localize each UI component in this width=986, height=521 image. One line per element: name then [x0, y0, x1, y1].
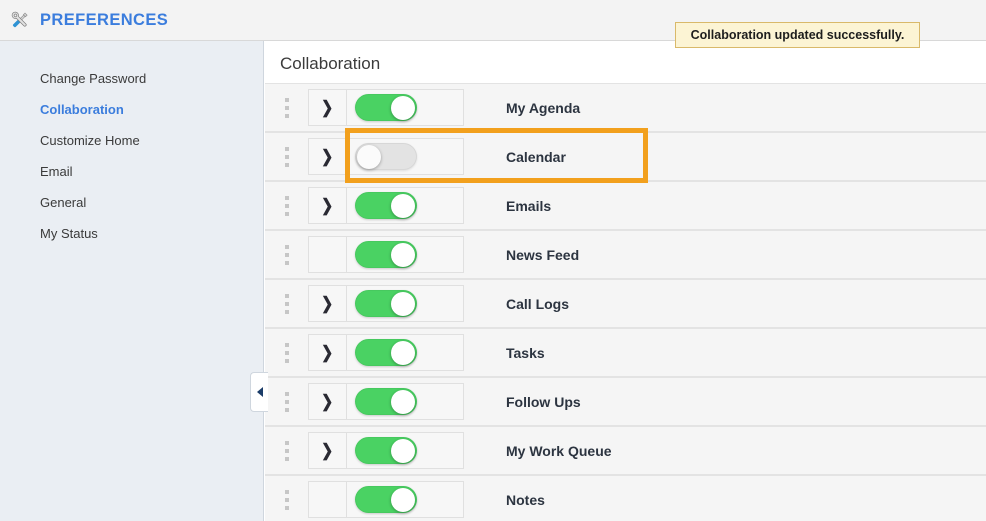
expand-row-button[interactable]: ❯	[309, 335, 347, 370]
module-toggle[interactable]	[355, 486, 417, 513]
module-toggle[interactable]	[355, 94, 417, 121]
module-toggle[interactable]	[355, 437, 417, 464]
toggle-knob	[391, 193, 415, 218]
expand-row-button[interactable]: ❯	[309, 139, 347, 174]
module-toggle[interactable]	[355, 192, 417, 219]
module-list: ❯ My Agenda ❯ Calendar ❯ Emails News Feed ❯ Call…	[265, 83, 986, 521]
preferences-page: PREFERENCES Collaboration updated succes…	[0, 0, 986, 521]
drag-handle-icon[interactable]	[265, 426, 308, 475]
chevron-right-icon: ❯	[321, 294, 334, 313]
module-toggle[interactable]	[355, 388, 417, 415]
drag-handle-icon[interactable]	[265, 328, 308, 377]
collaboration-panel: Collaboration ❯ My Agenda ❯ Calendar ❯ Emails…	[265, 41, 986, 521]
sidebar-item-customize-home[interactable]: Customize Home	[0, 125, 263, 156]
row-controls: ❯	[308, 285, 464, 322]
table-row: ❯ Calendar	[265, 132, 986, 181]
row-controls: ❯	[308, 187, 464, 224]
drag-handle-icon[interactable]	[265, 83, 308, 132]
table-row: ❯ Emails	[265, 181, 986, 230]
toggle-knob	[391, 291, 415, 316]
toggle-cell	[347, 482, 463, 517]
table-row: ❯ Call Logs	[265, 279, 986, 328]
chevron-right-icon: ❯	[321, 147, 334, 166]
chevron-right-icon: ❯	[321, 98, 334, 117]
module-toggle[interactable]	[355, 339, 417, 366]
table-row: Notes	[265, 475, 986, 521]
row-controls: ❯	[308, 138, 464, 175]
module-toggle[interactable]	[355, 241, 417, 268]
module-label: Call Logs	[506, 295, 570, 312]
toggle-cell	[347, 188, 463, 223]
chevron-right-icon: ❯	[321, 441, 334, 460]
expand-row-button[interactable]: ❯	[309, 384, 347, 419]
expand-row-button[interactable]: ❯	[309, 433, 347, 468]
module-label: My Work Queue	[506, 442, 612, 459]
module-label: Calendar	[506, 148, 566, 165]
toggle-knob	[391, 487, 415, 512]
expander-placeholder	[309, 237, 347, 272]
sidebar-item-collaboration[interactable]: Collaboration	[0, 94, 263, 125]
tools-icon	[7, 7, 33, 33]
module-toggle[interactable]	[355, 143, 417, 170]
toggle-knob	[391, 340, 415, 365]
row-controls: ❯	[308, 334, 464, 371]
toggle-cell	[347, 286, 463, 321]
table-row: ❯ My Agenda	[265, 83, 986, 132]
row-controls: ❯	[308, 432, 464, 469]
toggle-knob	[391, 242, 415, 267]
toggle-cell	[347, 237, 463, 272]
toggle-cell	[347, 384, 463, 419]
chevron-right-icon: ❯	[321, 343, 334, 362]
module-label: Notes	[506, 491, 545, 508]
toggle-knob	[391, 95, 415, 120]
drag-handle-icon[interactable]	[265, 132, 308, 181]
module-label: Tasks	[506, 344, 545, 361]
module-label: News Feed	[506, 246, 580, 263]
preferences-sidebar: Change Password Collaboration Customize …	[0, 41, 264, 521]
chevron-left-icon	[256, 387, 263, 397]
module-label: Follow Ups	[506, 393, 581, 410]
sidebar-item-my-status[interactable]: My Status	[0, 218, 263, 249]
expand-row-button[interactable]: ❯	[309, 188, 347, 223]
toggle-cell	[347, 90, 463, 125]
toggle-cell	[347, 335, 463, 370]
sidebar-collapse-button[interactable]	[250, 372, 268, 412]
drag-handle-icon[interactable]	[265, 377, 308, 426]
row-controls	[308, 236, 464, 273]
table-row: ❯ Follow Ups	[265, 377, 986, 426]
sidebar-item-general[interactable]: General	[0, 187, 263, 218]
page-title: PREFERENCES	[40, 10, 169, 29]
table-row: ❯ Tasks	[265, 328, 986, 377]
toggle-knob	[357, 144, 381, 169]
sidebar-item-change-password[interactable]: Change Password	[0, 63, 263, 94]
row-controls	[308, 481, 464, 518]
toggle-knob	[391, 389, 415, 414]
drag-handle-icon[interactable]	[265, 181, 308, 230]
expand-row-button[interactable]: ❯	[309, 90, 347, 125]
toggle-knob	[391, 438, 415, 463]
table-row: ❯ My Work Queue	[265, 426, 986, 475]
chevron-right-icon: ❯	[321, 196, 334, 215]
row-controls: ❯	[308, 383, 464, 420]
toggle-cell	[347, 433, 463, 468]
module-toggle[interactable]	[355, 290, 417, 317]
module-label: Emails	[506, 197, 552, 214]
toggle-cell	[347, 139, 463, 174]
drag-handle-icon[interactable]	[265, 475, 308, 521]
table-row: News Feed	[265, 230, 986, 279]
expand-row-button[interactable]: ❯	[309, 286, 347, 321]
row-controls: ❯	[308, 89, 464, 126]
drag-handle-icon[interactable]	[265, 279, 308, 328]
expander-placeholder	[309, 482, 347, 517]
chevron-right-icon: ❯	[321, 392, 334, 411]
drag-handle-icon[interactable]	[265, 230, 308, 279]
module-label: My Agenda	[506, 99, 581, 116]
sidebar-item-email[interactable]: Email	[0, 156, 263, 187]
success-toast: Collaboration updated successfully.	[675, 22, 920, 48]
